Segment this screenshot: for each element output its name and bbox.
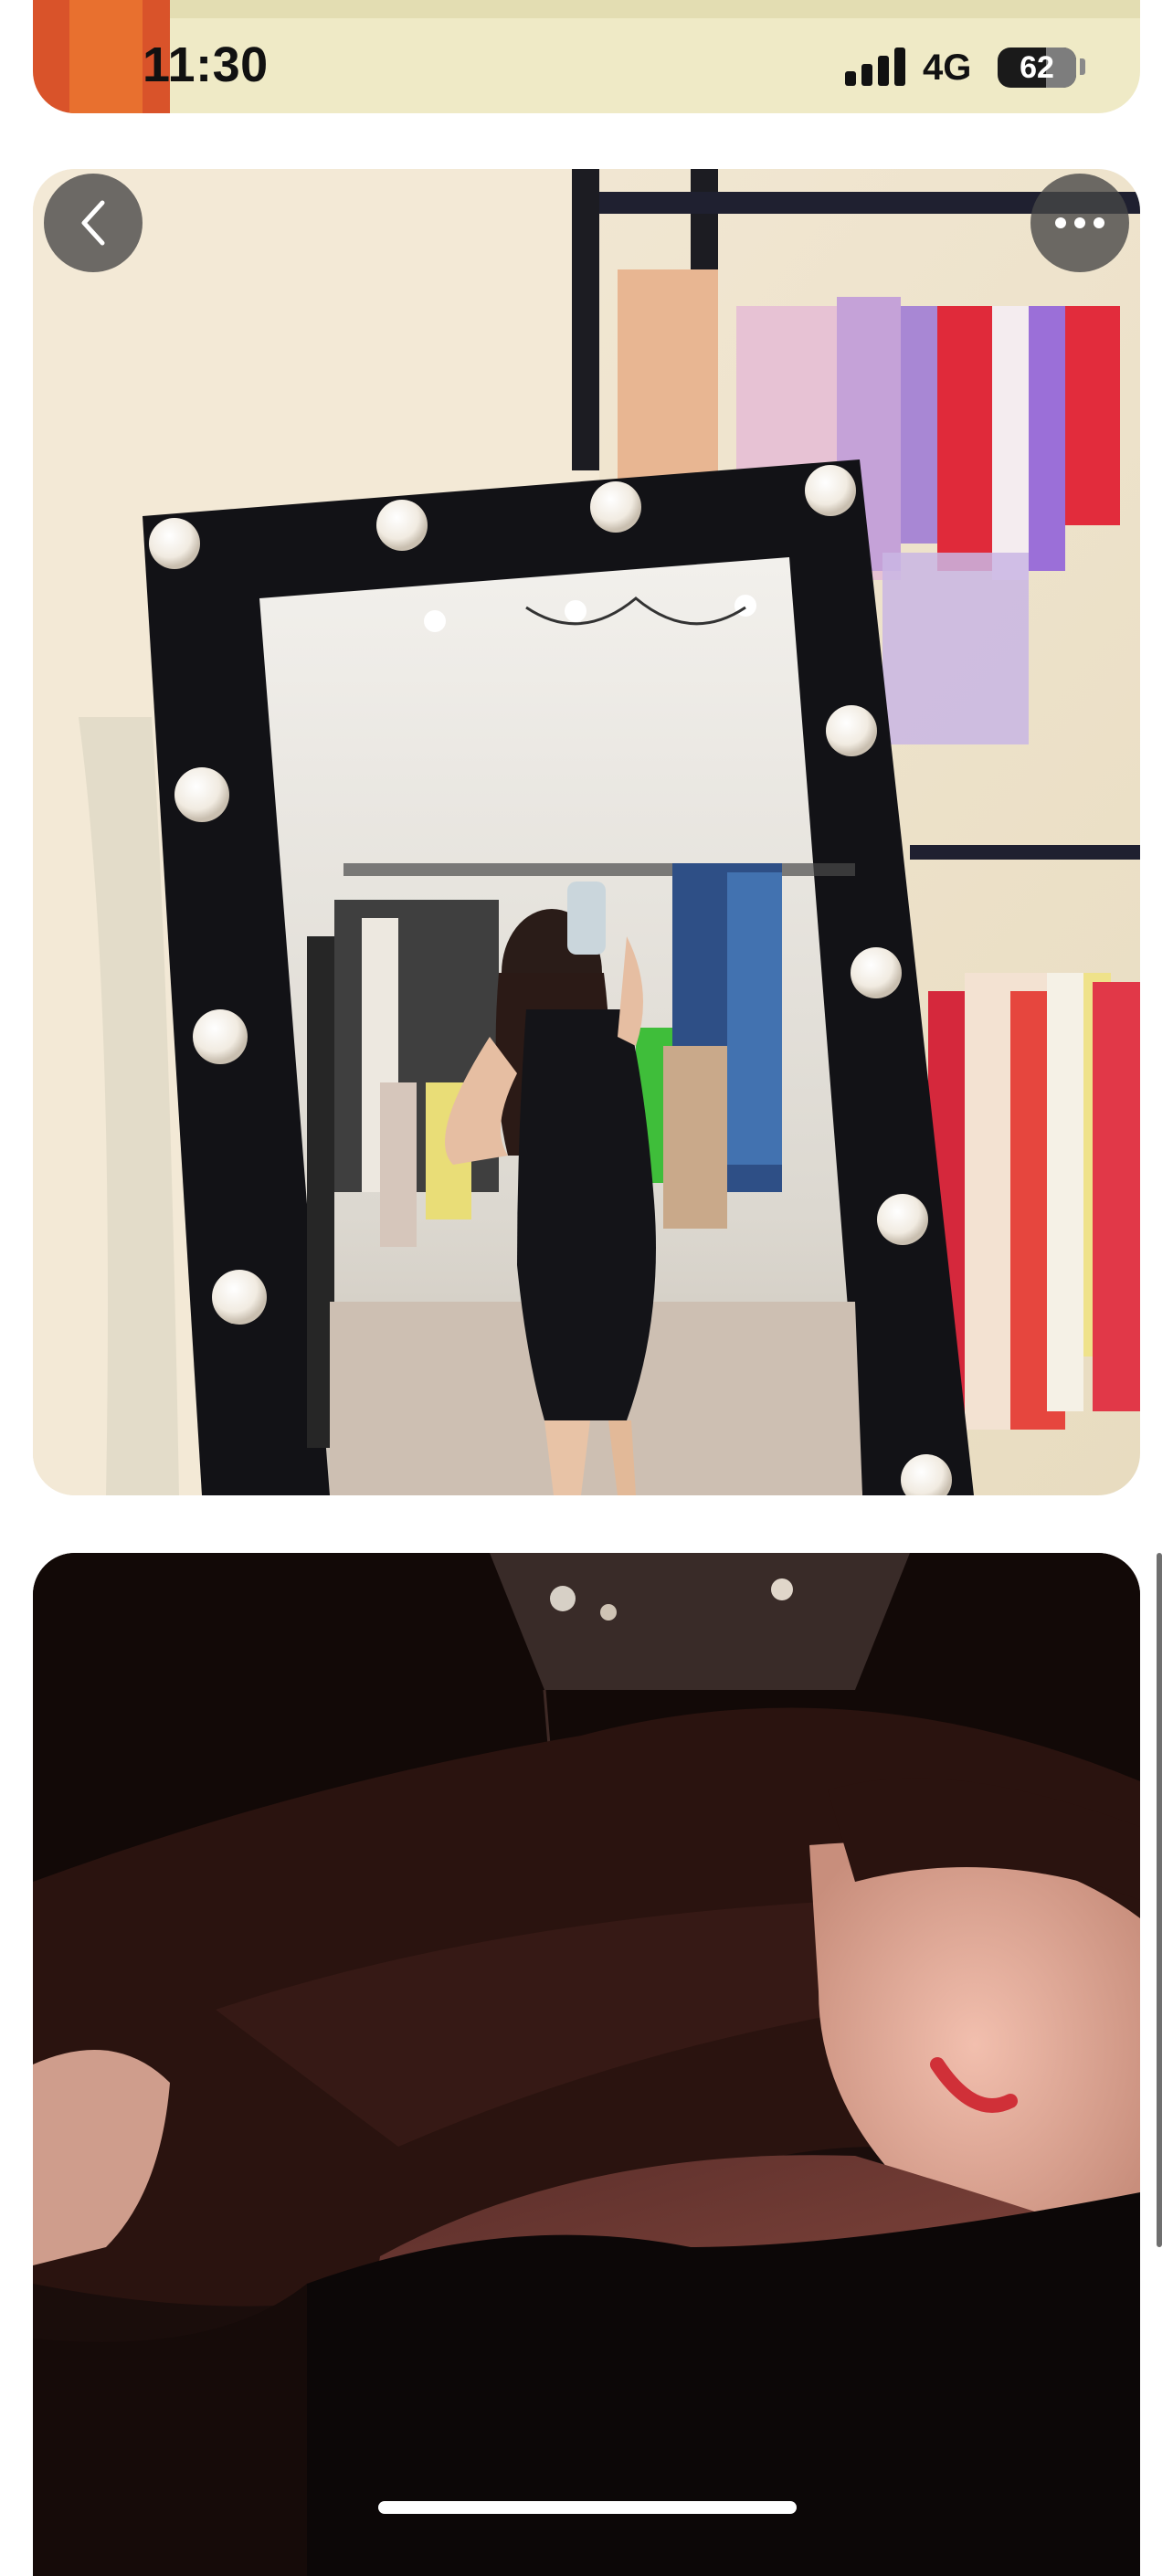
ellipsis-icon xyxy=(1055,217,1104,228)
battery-tip xyxy=(1080,58,1085,75)
battery-level: 62 xyxy=(1020,49,1054,85)
battery-icon: 62 xyxy=(998,48,1076,88)
more-options-button[interactable] xyxy=(1030,174,1129,272)
home-indicator[interactable] xyxy=(378,2501,797,2514)
status-time: 11:30 xyxy=(143,37,269,92)
status-bar: 11:30 4G 62 xyxy=(0,0,1173,137)
signal-icon xyxy=(845,48,905,86)
photo-mirror-selfie xyxy=(33,169,1140,1495)
photo-dark-selfie xyxy=(33,1553,1140,2576)
chevron-left-icon xyxy=(81,200,105,246)
network-type: 4G xyxy=(923,48,972,88)
photo-card-mirror[interactable] xyxy=(33,169,1140,1495)
photo-card-dark[interactable] xyxy=(33,1553,1140,2576)
scroll-indicator[interactable] xyxy=(1157,1553,1162,2247)
back-button[interactable] xyxy=(44,174,143,272)
